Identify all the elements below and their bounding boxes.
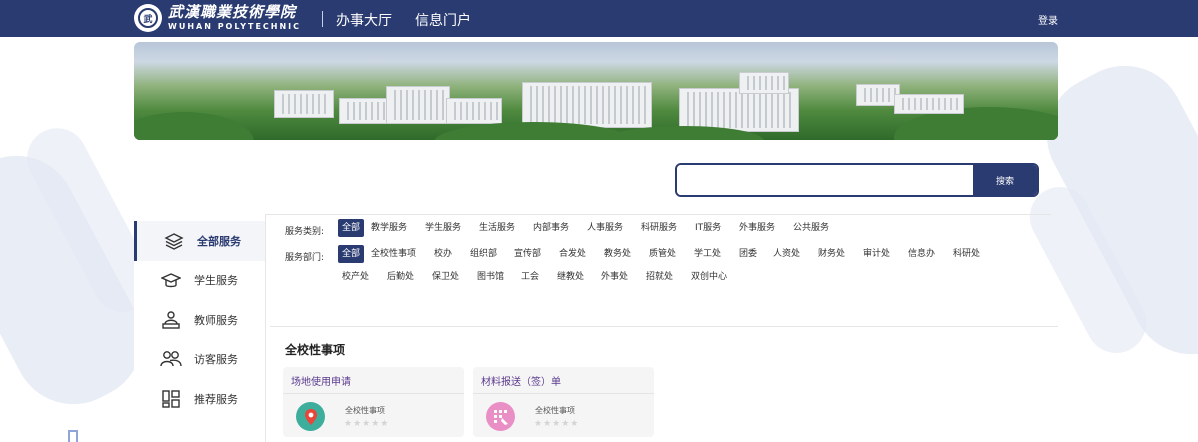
department-tag[interactable]: 校产处 [342, 268, 369, 286]
logo-chinese-name: 武漢職業技術學院 [168, 3, 297, 21]
grid-icon [160, 388, 182, 410]
category-tag[interactable]: 生活服务 [479, 219, 515, 237]
rating-stars: ★★★★★ [534, 419, 580, 429]
service-card[interactable]: 场地使用申请 全校性事项 ★★★★★ [283, 367, 464, 437]
visitors-icon [160, 348, 182, 370]
login-link[interactable]: 登录 [1038, 12, 1058, 27]
sidebar-item-student-services[interactable]: 学生服务 [134, 260, 265, 300]
sidebar-item-label: 教师服务 [194, 314, 238, 327]
teacher-icon [160, 309, 182, 331]
category-tag[interactable]: 公共服务 [793, 219, 829, 237]
campus-banner-image [134, 42, 1058, 140]
category-tag[interactable]: 全部 [338, 219, 365, 237]
department-tag[interactable]: 学工处 [694, 245, 721, 263]
sidebar-item-label: 推荐服务 [194, 393, 238, 406]
top-navigation-bar: 武 武漢職業技術學院 WUHAN POLYTECHNIC 办事大厅 信息门户 登… [0, 0, 1198, 37]
department-tag[interactable]: 继教处 [557, 268, 584, 286]
department-tag[interactable]: 工会 [521, 268, 539, 286]
stamp-icon [486, 402, 515, 431]
service-sidebar: 全部服务 学生服务 教师服务 访客服务 推荐服务 [134, 214, 265, 442]
department-tag[interactable]: 人资处 [773, 245, 800, 263]
department-tag[interactable]: 信息办 [908, 245, 935, 263]
section-title: 全校性事项 [285, 343, 346, 357]
department-tag[interactable]: 质管处 [649, 245, 676, 263]
graduation-cap-icon [160, 269, 182, 291]
rating-stars: ★★★★★ [344, 419, 390, 429]
category-tag[interactable]: 外事服务 [739, 219, 775, 237]
nav-info-portal[interactable]: 信息门户 [415, 10, 471, 30]
category-tag[interactable]: 内部事务 [533, 219, 569, 237]
department-tag[interactable]: 后勤处 [387, 268, 414, 286]
service-department-label: 服务部门: [285, 253, 325, 263]
sidebar-item-visitor-services[interactable]: 访客服务 [134, 339, 265, 379]
department-tag[interactable]: 科研处 [953, 245, 980, 263]
partial-icon [68, 430, 78, 442]
header-divider [322, 11, 323, 27]
department-tag[interactable]: 外事处 [601, 268, 628, 286]
service-card-title[interactable]: 场地使用申请 [291, 373, 351, 388]
category-tag[interactable]: 科研服务 [641, 219, 677, 237]
school-emblem-icon: 武 [134, 4, 162, 32]
school-logo[interactable]: 武 武漢職業技術學院 WUHAN POLYTECHNIC [134, 4, 301, 32]
department-tag[interactable]: 组织部 [470, 245, 497, 263]
department-tag[interactable]: 图书馆 [477, 268, 504, 286]
search-bar: 搜索 [675, 163, 1039, 197]
service-category-label: 服务类别: [285, 227, 325, 237]
sidebar-item-label: 学生服务 [194, 274, 238, 287]
department-tag[interactable]: 校办 [434, 245, 452, 263]
department-tag[interactable]: 教务处 [604, 245, 631, 263]
search-input[interactable] [677, 165, 973, 195]
department-tag[interactable]: 合发处 [559, 245, 586, 263]
category-tag[interactable]: 教学服务 [371, 219, 407, 237]
category-tag[interactable]: IT服务 [695, 219, 721, 237]
department-tag[interactable]: 保卫处 [432, 268, 459, 286]
department-tag[interactable]: 财务处 [818, 245, 845, 263]
category-tag[interactable]: 学生服务 [425, 219, 461, 237]
content-divider [265, 214, 266, 442]
service-card-category: 全校性事项 [535, 406, 575, 415]
sidebar-item-label: 全部服务 [197, 235, 241, 248]
filter-top-divider [266, 214, 1051, 215]
category-tag[interactable]: 人事服务 [587, 219, 623, 237]
department-tag[interactable]: 宣传部 [514, 245, 541, 263]
department-tag[interactable]: 团委 [739, 245, 757, 263]
department-tag[interactable]: 双创中心 [691, 268, 727, 286]
nav-service-hall[interactable]: 办事大厅 [336, 10, 392, 30]
search-button[interactable]: 搜索 [973, 165, 1037, 195]
department-tag[interactable]: 全部 [338, 245, 365, 263]
sidebar-item-recommended-services[interactable]: 推荐服务 [134, 379, 265, 419]
department-tag[interactable]: 审计处 [863, 245, 890, 263]
map-pin-icon [296, 402, 325, 431]
service-card-title[interactable]: 材料报送（签）单 [481, 373, 561, 388]
department-tag[interactable]: 全校性事项 [371, 245, 416, 263]
logo-english-name: WUHAN POLYTECHNIC [168, 22, 302, 31]
service-card-category: 全校性事项 [345, 406, 385, 415]
service-card[interactable]: 材料报送（签）单 全校性事项 ★★★★★ [473, 367, 654, 437]
sidebar-item-all-services[interactable]: 全部服务 [134, 221, 265, 261]
sidebar-item-teacher-services[interactable]: 教师服务 [134, 300, 265, 340]
layers-icon [163, 230, 185, 252]
sidebar-item-label: 访客服务 [194, 353, 238, 366]
department-tag[interactable]: 招就处 [646, 268, 673, 286]
section-divider [270, 326, 1058, 327]
